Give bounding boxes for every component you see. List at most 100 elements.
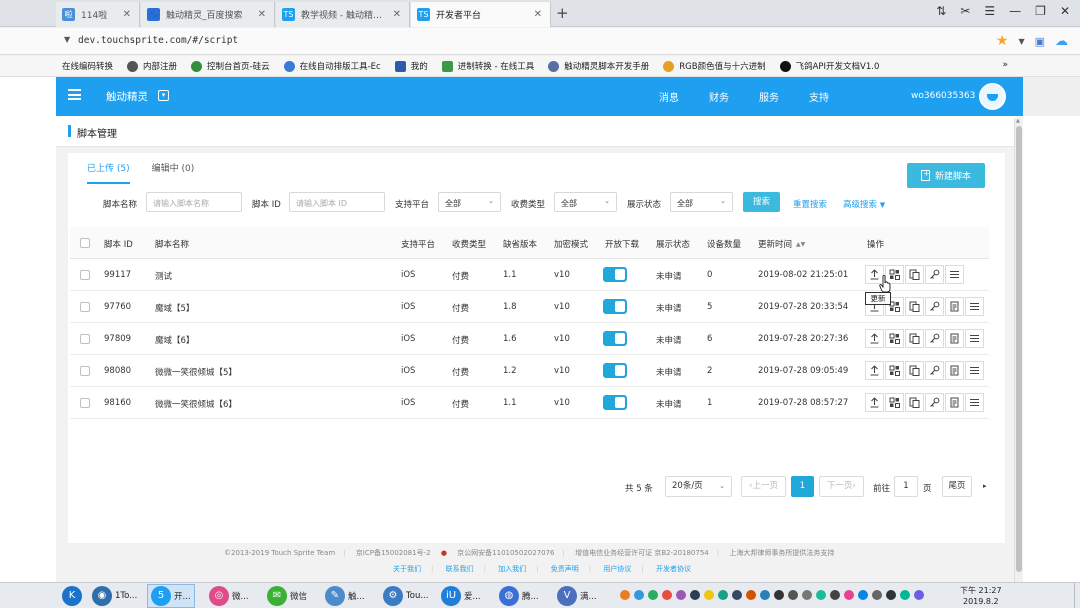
brand-name[interactable]: 触动精灵	[106, 89, 148, 104]
charge-select[interactable]: 全部 ⌄	[554, 192, 617, 212]
next-page-button[interactable]: 下一页›	[819, 476, 864, 497]
scroll-up-icon[interactable]: ▲	[1016, 118, 1020, 124]
open-download-toggle[interactable]	[603, 363, 627, 378]
bookmark-item[interactable]: 内部注册	[127, 60, 177, 72]
bookmark-item[interactable]: 在线自动排版工具-Ec	[283, 60, 381, 72]
document-button[interactable]	[945, 393, 964, 412]
extension-icon[interactable]: ▣	[1035, 35, 1045, 48]
tray-icon[interactable]	[704, 590, 714, 600]
scrollbar-thumb[interactable]	[1016, 126, 1022, 572]
row-checkbox[interactable]	[80, 270, 90, 280]
status-select[interactable]: 全部 ⌄	[670, 192, 733, 212]
tab-uploaded[interactable]: 已上传 (5)	[87, 161, 130, 184]
system-clock[interactable]: 下午 21:27 2019.8.2	[960, 585, 1002, 607]
url-field[interactable]: dev.touchsprite.com/#/script	[78, 35, 238, 46]
more-menu-button[interactable]	[945, 265, 964, 284]
row-checkbox[interactable]	[80, 398, 90, 408]
tray-icon[interactable]	[802, 590, 812, 600]
tray-icon[interactable]	[774, 590, 784, 600]
upload-button[interactable]	[865, 329, 884, 348]
scissors-icon[interactable]: ✂	[960, 4, 970, 18]
upload-button[interactable]	[865, 361, 884, 380]
key-button[interactable]	[925, 393, 944, 412]
restore-icon[interactable]: ❐	[1035, 4, 1046, 18]
taskbar-item[interactable]: ◍ 腾...	[495, 584, 543, 608]
sort-icon[interactable]: ▲▼	[796, 241, 805, 248]
search-button[interactable]: 搜索	[743, 192, 780, 212]
bookmark-item[interactable]: 控制台首页-硅云	[191, 60, 270, 72]
hamburger-icon[interactable]	[68, 89, 81, 100]
footer-icp[interactable]: 京ICP备15002081号-2	[356, 549, 431, 557]
taskbar-item[interactable]: 5 开...	[147, 584, 195, 608]
row-checkbox[interactable]	[80, 302, 90, 312]
bookmark-item[interactable]: 进制转换 - 在线工具	[441, 60, 534, 72]
browser-tab-video[interactable]: TS 教学视频 - 触动精灵官 ✕	[276, 2, 410, 27]
key-button[interactable]	[925, 265, 944, 284]
star-dropdown-icon[interactable]: ▼	[1018, 37, 1024, 46]
tray-icon[interactable]	[676, 590, 686, 600]
tray-icon[interactable]	[914, 590, 924, 600]
close-window-icon[interactable]: ✕	[1060, 4, 1070, 18]
tray-icon[interactable]	[620, 590, 630, 600]
page-scrollbar[interactable]: ▲	[1014, 118, 1022, 582]
open-download-toggle[interactable]	[603, 395, 627, 410]
key-button[interactable]	[925, 329, 944, 348]
show-desktop-button[interactable]	[1074, 583, 1080, 608]
taskbar-item[interactable]: K	[58, 584, 89, 608]
platform-select[interactable]: 全部 ⌄	[438, 192, 501, 212]
last-page-button[interactable]: 尾页	[942, 476, 972, 497]
taskbar-item[interactable]: iU 爱...	[437, 584, 485, 608]
nav-service[interactable]: 服务	[759, 89, 779, 104]
row-checkbox[interactable]	[80, 334, 90, 344]
footer-link-disclaimer[interactable]: 免责声明	[551, 565, 579, 573]
tray-icon[interactable]	[760, 590, 770, 600]
menu-icon[interactable]: ☰	[984, 4, 995, 18]
scroll-right-icon[interactable]: ▸	[983, 482, 987, 490]
copy-file-button[interactable]	[905, 393, 924, 412]
script-name-input[interactable]: 请输入脚本名称	[146, 192, 242, 212]
document-button[interactable]	[945, 297, 964, 316]
taskbar-item[interactable]: V 满...	[553, 584, 601, 608]
more-menu-button[interactable]	[965, 297, 984, 316]
footer-police[interactable]: 京公网安备11010502027076	[457, 549, 554, 557]
script-id-input[interactable]: 请输入脚本 ID	[289, 192, 385, 212]
copy-file-button[interactable]	[905, 329, 924, 348]
browser-tab-baidu[interactable]: 🐾 触动精灵_百度搜索 ✕	[141, 2, 275, 27]
tray-icon[interactable]	[788, 590, 798, 600]
footer-link-about[interactable]: 关于我们	[393, 565, 421, 573]
tray-icon[interactable]	[858, 590, 868, 600]
taskbar-item[interactable]: ⚙ Tou...	[379, 584, 432, 608]
tray-icon[interactable]	[900, 590, 910, 600]
username[interactable]: wo366035363	[911, 91, 975, 101]
select-all-checkbox[interactable]	[80, 238, 90, 248]
bookmark-item[interactable]: 在线编码转换	[62, 60, 113, 72]
copy-file-button[interactable]	[905, 297, 924, 316]
tray-icon[interactable]	[662, 590, 672, 600]
page-size-select[interactable]: 20条/页 ⌄	[665, 476, 732, 497]
taskbar-item[interactable]: ◉ 1To...	[88, 584, 141, 608]
upload-button[interactable]	[865, 393, 884, 412]
footer-link-join[interactable]: 加入我们	[498, 565, 526, 573]
open-download-toggle[interactable]	[603, 331, 627, 346]
speed-icon[interactable]: ⇅	[936, 4, 946, 18]
key-button[interactable]	[925, 361, 944, 380]
col-header-updated[interactable]: 更新时间 ▲▼	[758, 238, 805, 250]
row-checkbox[interactable]	[80, 366, 90, 376]
document-button[interactable]	[945, 329, 964, 348]
browser-tab-devplatform[interactable]: TS 开发者平台 ✕	[411, 2, 551, 27]
goto-page-input[interactable]: 1	[894, 476, 918, 497]
tray-icon[interactable]	[732, 590, 742, 600]
tray-icon[interactable]	[648, 590, 658, 600]
taskbar-item[interactable]: ◎ 微...	[205, 584, 253, 608]
more-menu-button[interactable]	[965, 329, 984, 348]
document-button[interactable]	[945, 361, 964, 380]
prev-page-button[interactable]: ‹上一页	[741, 476, 786, 497]
nav-messages[interactable]: 消息	[659, 89, 679, 104]
tray-icon[interactable]	[886, 590, 896, 600]
copy-file-button[interactable]	[905, 361, 924, 380]
new-tab-button[interactable]: +	[556, 4, 569, 22]
advanced-search-link[interactable]: 高级搜索 ▼	[843, 198, 885, 210]
close-icon[interactable]: ✕	[123, 9, 131, 20]
reset-search-link[interactable]: 重置搜索	[793, 198, 827, 210]
open-download-toggle[interactable]	[603, 299, 627, 314]
